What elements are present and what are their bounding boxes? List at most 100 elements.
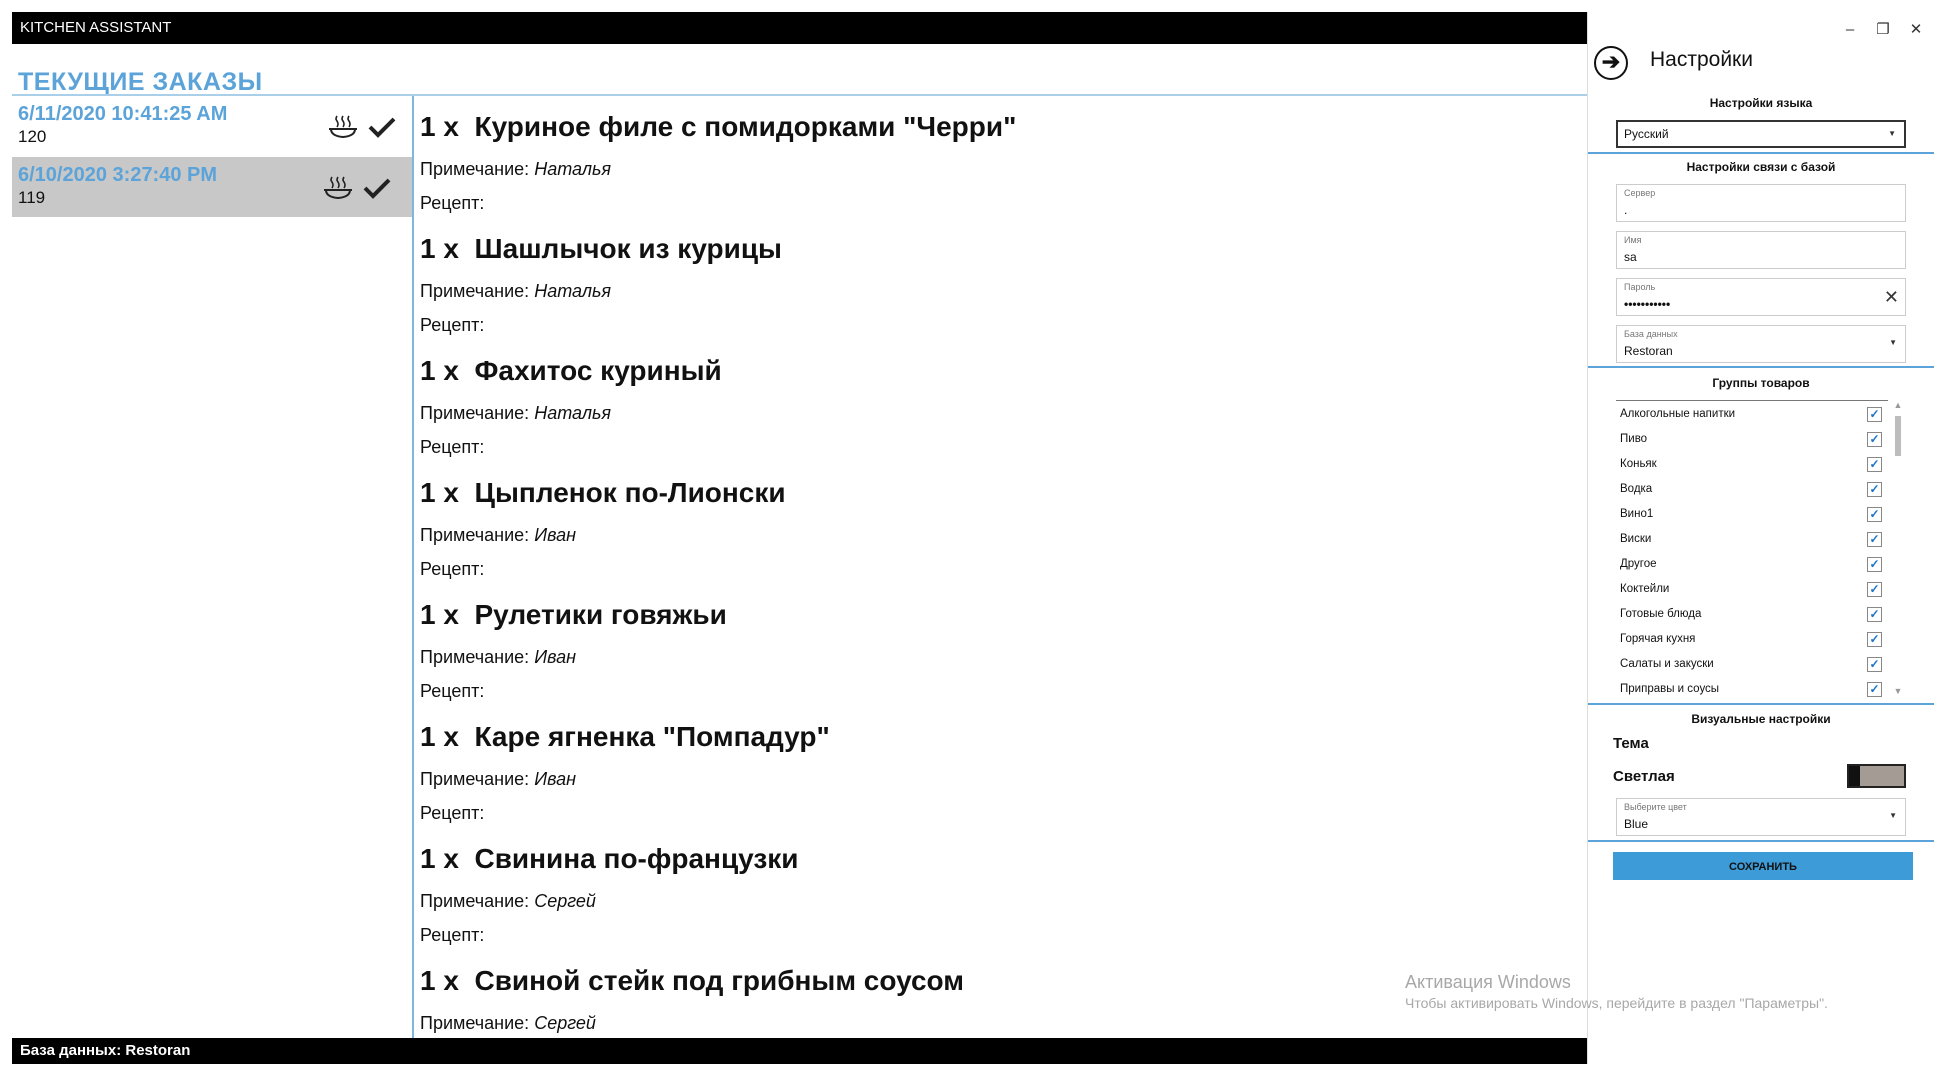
cooking-pot-icon[interactable] [328,114,358,140]
group-name: Коньяк [1620,458,1657,470]
groups-scrollbar[interactable]: ▲ ▼ [1893,400,1903,696]
checkbox[interactable]: ✓ [1867,607,1882,622]
theme-toggle[interactable] [1847,764,1906,788]
theme-value: Светлая [1613,768,1675,785]
server-value: . [1624,203,1628,217]
order-dish: 1 x Рулетики говяжьи Примечание: Иван Ре… [420,598,727,702]
dish-qty: 1 x [420,965,459,996]
recipe-label: Рецепт: [420,437,485,457]
order-dish: 1 x Свинина по-французки Примечание: Сер… [420,842,799,946]
group-name: Водка [1620,483,1653,495]
group-name: Коктейли [1620,583,1670,595]
dish-note: Примечание: Сергей [420,1012,964,1034]
section-divider [1588,840,1934,842]
dish-note: Примечание: Иван [420,646,727,668]
recipe-label: Рецепт: [420,193,485,213]
main-window: KITCHEN ASSISTANT ТЕКУЩИЕ ЗАКАЗЫ 6/11/20… [12,12,1587,1064]
group-item[interactable]: Вино1 ✓ [1620,502,1882,527]
restore-icon[interactable]: ❐ [1871,18,1895,42]
order-item[interactable]: 6/10/2020 3:27:40 PM 119 [12,157,412,217]
note-value: Иван [534,647,576,667]
group-item[interactable]: Виски ✓ [1620,527,1882,552]
back-arrow-icon[interactable]: ➔ [1594,46,1628,80]
scroll-down-icon[interactable]: ▼ [1893,686,1903,696]
group-item[interactable]: Коньяк ✓ [1620,452,1882,477]
recipe-label: Рецепт: [420,315,485,335]
group-item[interactable]: Готовые блюда ✓ [1620,602,1882,627]
recipe-label: Рецепт: [420,925,485,945]
group-item[interactable]: Алкогольные напитки ✓ [1620,402,1882,427]
username-label: Имя [1624,235,1642,245]
clear-icon[interactable]: ✕ [1884,287,1899,308]
group-item[interactable]: Коктейли ✓ [1620,577,1882,602]
dish-note: Примечание: Сергей [420,890,799,912]
group-item[interactable]: Пиво ✓ [1620,427,1882,452]
note-label: Примечание: [420,403,530,423]
orders-list: 6/11/2020 10:41:25 AM 120 6/10/2020 3:27… [12,96,412,1038]
database-select[interactable]: База данных Restoran ▼ [1616,325,1906,363]
group-item[interactable]: Приправы и соусы ✓ [1620,677,1882,702]
scroll-thumb[interactable] [1895,416,1901,456]
note-value: Наталья [534,403,612,423]
checkbox[interactable]: ✓ [1867,682,1882,697]
checkbox[interactable]: ✓ [1867,532,1882,547]
group-name: Готовые блюда [1620,608,1702,620]
order-dish: 1 x Шашлычок из курицы Примечание: Натал… [420,232,782,336]
group-name: Алкогольные напитки [1620,408,1736,420]
group-name: Салаты и закуски [1620,658,1714,670]
group-item[interactable]: Другое ✓ [1620,552,1882,577]
dish-title: 1 x Куриное филе с помидорками "Черри" [420,110,1016,144]
username-field[interactable]: Имя sa [1616,231,1906,269]
server-field[interactable]: Сервер . [1616,184,1906,222]
scroll-up-icon[interactable]: ▲ [1893,400,1903,410]
language-select[interactable]: Русский ▼ [1616,120,1906,148]
db-section-header: Настройки связи с базой [1686,160,1836,174]
checkbox[interactable]: ✓ [1867,657,1882,672]
language-section-header: Настройки языка [1709,96,1813,110]
order-dish: 1 x Каре ягненка "Помпадур" Примечание: … [420,720,830,824]
chevron-down-icon: ▼ [1889,811,1897,820]
dish-title: 1 x Свиной стейк под грибным соусом [420,964,964,998]
dish-qty: 1 x [420,721,459,752]
dish-name: Свинина по-французки [474,843,799,874]
order-dish: 1 x Цыпленок по-Лионски Примечание: Иван… [420,476,786,580]
save-button[interactable]: СОХРАНИТЬ [1613,852,1913,880]
checkbox[interactable]: ✓ [1867,632,1882,647]
chevron-down-icon: ▼ [1888,129,1896,138]
checkbox[interactable]: ✓ [1867,557,1882,572]
checkbox[interactable]: ✓ [1867,432,1882,447]
checkmark-icon[interactable] [362,175,392,201]
watermark-title: Активация Windows [1405,972,1571,992]
checkbox[interactable]: ✓ [1867,407,1882,422]
group-item[interactable]: Салаты и закуски ✓ [1620,652,1882,677]
checkbox[interactable]: ✓ [1867,457,1882,472]
title-bar: KITCHEN ASSISTANT [12,12,1587,44]
server-label: Сервер [1624,188,1656,198]
order-dish: 1 x Свиной стейк под грибным соусом Прим… [420,964,964,1034]
dish-qty: 1 x [420,233,459,264]
note-value: Наталья [534,159,612,179]
group-item[interactable]: Горячая кухня ✓ [1620,627,1882,652]
order-item[interactable]: 6/11/2020 10:41:25 AM 120 [12,96,412,156]
dish-title: 1 x Фахитос куриный [420,354,722,388]
recipe-label: Рецепт: [420,803,485,823]
checkbox[interactable]: ✓ [1867,582,1882,597]
dish-title: 1 x Шашлычок из курицы [420,232,782,266]
group-name: Горячая кухня [1620,633,1696,645]
close-icon[interactable]: ✕ [1904,18,1928,42]
color-select[interactable]: Выберите цвет Blue ▼ [1616,798,1906,836]
group-item[interactable]: Водка ✓ [1620,477,1882,502]
dish-title: 1 x Рулетики говяжьи [420,598,727,632]
minimize-icon[interactable]: – [1838,18,1862,42]
checkbox[interactable]: ✓ [1867,507,1882,522]
cooking-pot-icon[interactable] [323,175,353,201]
dish-qty: 1 x [420,843,459,874]
note-label: Примечание: [420,769,530,789]
checkbox[interactable]: ✓ [1867,482,1882,497]
recipe-label: Рецепт: [420,559,485,579]
password-field[interactable]: Пароль ••••••••••• ✕ [1616,278,1906,316]
checkmark-icon[interactable] [367,114,397,140]
dish-note: Примечание: Наталья [420,402,722,424]
dish-name: Свиной стейк под грибным соусом [474,965,965,996]
dish-name: Каре ягненка "Помпадур" [474,721,830,752]
